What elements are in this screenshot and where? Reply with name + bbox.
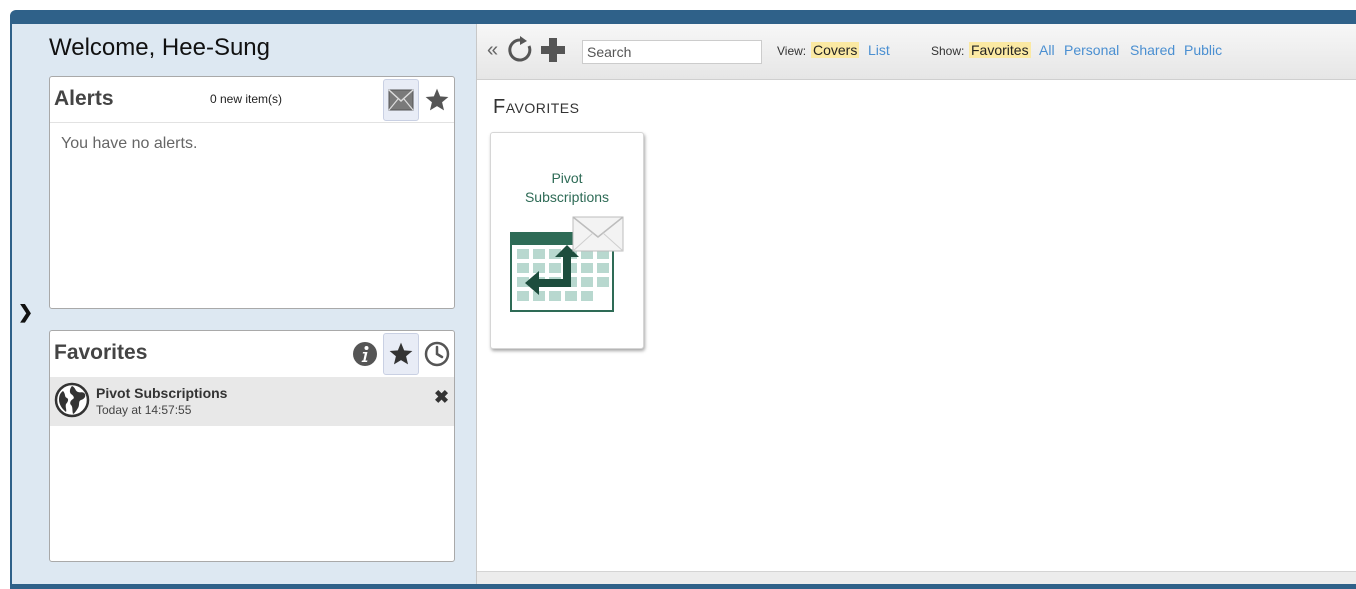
- show-option-favorites[interactable]: Favorites: [969, 42, 1031, 58]
- toolbar: « View: Covers List Show: Favorites All …: [477, 24, 1356, 80]
- alerts-star-button[interactable]: [419, 79, 455, 121]
- envelope-icon: [388, 89, 414, 111]
- view-option-covers[interactable]: Covers: [811, 42, 860, 58]
- clock-icon: [424, 341, 450, 367]
- pivot-subscriptions-tile[interactable]: Pivot Subscriptions: [490, 132, 644, 349]
- star-icon: [425, 88, 449, 111]
- favorite-item-time: Today at 14:57:55: [96, 403, 192, 417]
- show-option-personal[interactable]: Personal: [1062, 42, 1121, 58]
- refresh-icon[interactable]: [507, 36, 533, 64]
- view-option-list[interactable]: List: [866, 42, 892, 58]
- alerts-empty-message: You have no alerts.: [61, 135, 198, 152]
- alerts-panel: Alerts 0 new item(s) You have no alerts.: [49, 76, 455, 309]
- alerts-title: Alerts: [54, 87, 114, 110]
- tile-title: Pivot Subscriptions: [491, 169, 643, 207]
- favorites-title: Favorites: [54, 341, 148, 364]
- favorite-item[interactable]: Pivot Subscriptions Today at 14:57:55 ✖: [50, 377, 454, 426]
- left-panel: Welcome, Hee-Sung ❯ Alerts 0 new item(s): [12, 24, 476, 589]
- favorite-item-name[interactable]: Pivot Subscriptions: [96, 385, 227, 401]
- favorites-header: Favorites: [50, 331, 454, 377]
- collapse-panel-button[interactable]: «: [487, 39, 498, 62]
- remove-favorite-button[interactable]: ✖: [434, 387, 449, 408]
- search-input[interactable]: [582, 40, 762, 64]
- star-icon: [389, 342, 413, 365]
- info-icon: [353, 342, 377, 366]
- alerts-count: 0 new item(s): [210, 92, 283, 106]
- main-content: « View: Covers List Show: Favorites All …: [476, 24, 1356, 589]
- show-option-shared[interactable]: Shared: [1128, 42, 1177, 58]
- alerts-header: Alerts 0 new item(s): [50, 77, 454, 123]
- show-option-public[interactable]: Public: [1182, 42, 1224, 58]
- show-label: Show:: [931, 44, 965, 58]
- tile-title-line2: Subscriptions: [524, 189, 610, 205]
- app-frame: Welcome, Hee-Sung ❯ Alerts 0 new item(s): [10, 10, 1356, 589]
- show-option-all[interactable]: All: [1037, 42, 1057, 58]
- favorites-star-button[interactable]: [383, 333, 419, 375]
- recent-button[interactable]: [419, 333, 455, 375]
- bottom-bar: [12, 584, 1356, 589]
- view-label: View:: [777, 44, 807, 58]
- info-button[interactable]: [347, 333, 383, 375]
- alerts-mail-button[interactable]: [383, 79, 419, 121]
- expand-sidebar-icon[interactable]: ❯: [18, 302, 33, 323]
- globe-icon: [54, 382, 90, 418]
- section-title: Favorites: [493, 96, 580, 118]
- welcome-heading: Welcome, Hee-Sung: [49, 34, 270, 61]
- pivot-subscriptions-icon: [510, 216, 624, 312]
- favorites-panel: Favorites Pivot Subscriptions Today at 1…: [49, 330, 455, 562]
- tile-title-line1: Pivot: [551, 170, 583, 186]
- add-icon[interactable]: [539, 36, 567, 64]
